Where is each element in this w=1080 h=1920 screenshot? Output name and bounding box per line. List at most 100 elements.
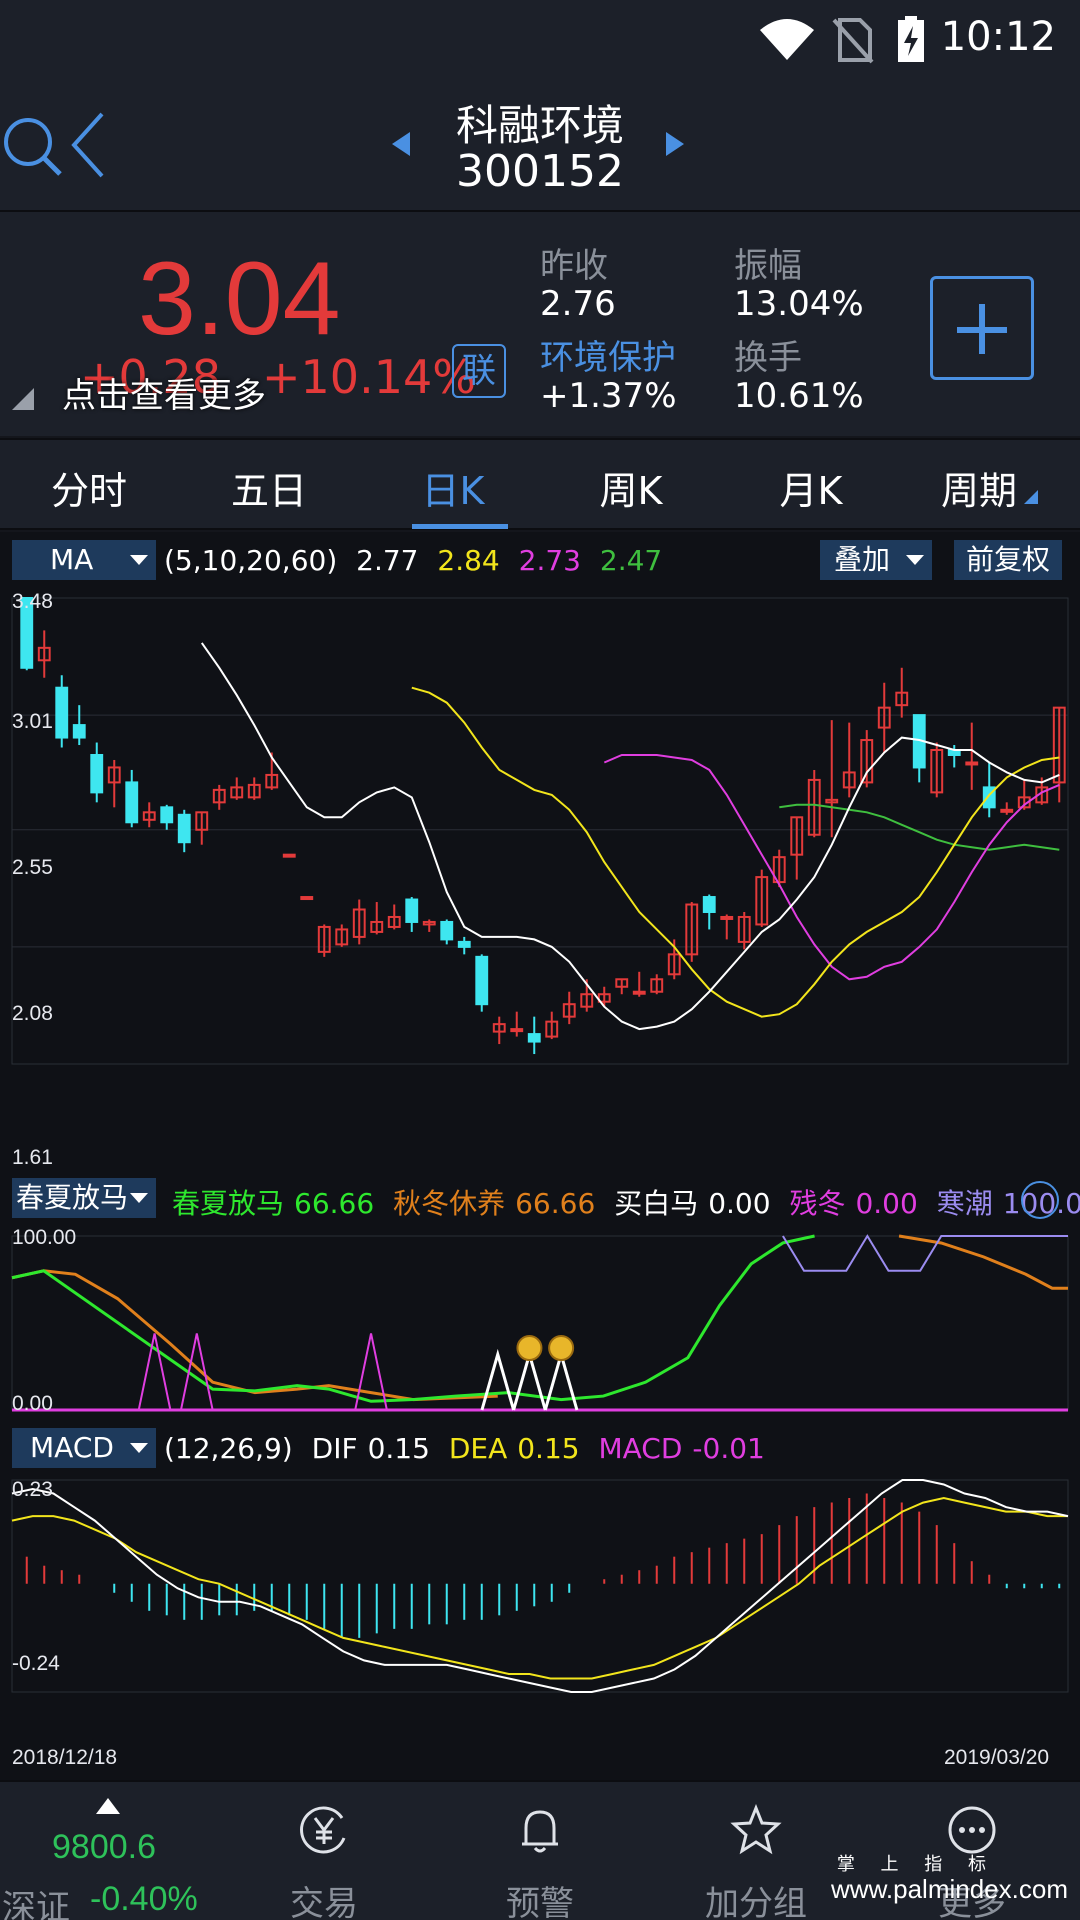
sub1-l1-name: 春夏放马 xyxy=(172,1187,285,1220)
add-to-watchlist-button[interactable] xyxy=(930,276,1034,380)
prev-close-value: 2.76 xyxy=(540,284,616,324)
sub1-l2-value: 66.66 xyxy=(515,1187,596,1220)
candle-body xyxy=(475,955,489,1006)
ma10-line xyxy=(411,686,1060,1018)
tab-intraday[interactable]: 分时 xyxy=(4,460,174,515)
candle-body xyxy=(405,898,419,923)
amplitude-value: 13.04% xyxy=(734,284,864,324)
no-sim-icon xyxy=(832,18,874,64)
chart-frame xyxy=(11,597,1069,1065)
main-indicator-select[interactable]: MA xyxy=(12,540,156,580)
search-icon[interactable] xyxy=(0,114,64,178)
candle-body xyxy=(457,940,471,948)
date-start: 2018/12/18 xyxy=(12,1746,118,1769)
y-tick-3: 2.55 xyxy=(12,856,53,879)
ma10-value: 2.84 xyxy=(437,544,500,577)
tab-period[interactable]: 周期 xyxy=(894,460,1064,515)
dea-line xyxy=(11,1496,1068,1680)
expand-corner-icon[interactable] xyxy=(12,388,34,410)
ma60-value: 2.47 xyxy=(599,544,663,577)
bell-icon xyxy=(522,1810,558,1853)
macd-chart[interactable] xyxy=(0,1476,1080,1696)
sub1-indicator-chart[interactable] xyxy=(0,1226,1080,1420)
sub1-l4-name: 残冬 xyxy=(789,1187,846,1220)
sub1-settings-icon[interactable] xyxy=(1018,1178,1062,1222)
candle-body xyxy=(300,896,314,901)
macd-indicator-select[interactable]: MACD xyxy=(12,1428,156,1468)
stock-header: 科融环境 300152 xyxy=(0,80,1080,212)
up-arrow-icon xyxy=(96,1798,120,1814)
main-indicator-name: MA xyxy=(50,543,94,576)
candle-body xyxy=(72,724,86,739)
sub1-l4-value: 0.00 xyxy=(855,1187,918,1220)
macd-legend: (12,26,9) DIF 0.15 DEA 0.15 MACD -0.01 xyxy=(164,1432,775,1465)
chevron-down-icon xyxy=(130,1193,148,1203)
tab-weekly-k[interactable]: 周K xyxy=(546,460,716,515)
active-tab-indicator xyxy=(412,524,508,529)
sector-link[interactable]: 环境保护 xyxy=(540,330,676,379)
linked-badge[interactable]: 联 xyxy=(452,344,506,398)
dif-label: DIF xyxy=(311,1432,358,1465)
money-bag-icon xyxy=(516,1335,543,1361)
nav-trade[interactable]: 交易 xyxy=(216,1782,432,1920)
late-winter-spike xyxy=(137,1333,172,1411)
nav-index-ticker[interactable]: 9800.6 深证 -0.40% xyxy=(0,1782,216,1920)
sub1-legend: 春夏放马 66.66 秋冬休养 66.66 买白马 0.00 残冬 0.00 寒潮 100… xyxy=(172,1182,1080,1222)
watermark-brand: 掌 上 指 标 xyxy=(836,1854,996,1875)
buy-signal-spike xyxy=(512,1348,547,1411)
amplitude-label: 振幅 xyxy=(734,246,802,286)
prev-close-label: 昨收 xyxy=(540,246,608,286)
buy-signal-spike xyxy=(480,1348,516,1411)
ma-params: (5,10,20,60) xyxy=(164,544,338,577)
sub1-frame xyxy=(11,1235,1069,1411)
candle-body xyxy=(632,990,646,995)
period-caret-icon xyxy=(1024,490,1038,504)
candle-body xyxy=(125,781,139,824)
price-change-pct: +10.14% xyxy=(262,350,476,404)
candle-body xyxy=(527,1033,541,1043)
y-tick-1: 3.48 xyxy=(12,590,53,613)
candlestick-chart[interactable] xyxy=(0,594,1080,1134)
dea-value: 0.15 xyxy=(517,1432,580,1465)
tab-five-day[interactable]: 五日 xyxy=(184,460,354,515)
ma5-value: 2.77 xyxy=(356,544,419,577)
dif-line xyxy=(11,1479,1069,1693)
sub1-l1-value: 66.66 xyxy=(294,1187,375,1220)
sub1-l5-name: 寒潮 xyxy=(936,1187,993,1220)
next-stock-icon[interactable] xyxy=(664,130,686,158)
chart-area[interactable]: MA (5,10,20,60) 2.77 2.84 2.73 2.47 叠加 前… xyxy=(0,532,1080,1780)
sub1-l3-value: 0.00 xyxy=(708,1187,771,1220)
sub1-y-bottom: 0.00 xyxy=(12,1392,53,1415)
sub1-indicator-select[interactable]: 春夏放马 xyxy=(12,1178,156,1218)
turnover-value: 10.61% xyxy=(734,376,864,416)
y-tick-5: 1.61 xyxy=(12,1146,53,1169)
tab-monthly-k[interactable]: 月K xyxy=(726,460,896,515)
ma-legend: (5,10,20,60) 2.77 2.84 2.73 2.47 xyxy=(164,544,672,577)
nav-alert[interactable]: 预警 xyxy=(432,1782,648,1920)
candle-body xyxy=(177,813,191,844)
turnover-label: 换手 xyxy=(734,338,802,378)
sector-change: +1.37% xyxy=(540,376,677,416)
tab-daily-k[interactable]: 日K xyxy=(368,460,538,515)
macd-label: MACD xyxy=(598,1432,683,1465)
price-adjust-button[interactable]: 前复权 xyxy=(954,540,1063,580)
period-tabs: 分时 五日 日K 周K 月K 周期 xyxy=(0,438,1080,530)
wifi-icon xyxy=(760,19,814,60)
see-more-tooltip[interactable]: 点击查看更多 xyxy=(62,368,266,417)
macd-y-top: 0.23 xyxy=(12,1478,53,1501)
sub1-l2-name: 秋冬休养 xyxy=(393,1187,506,1220)
watermark-url: www.palmindex.com xyxy=(831,1874,1068,1904)
overlay-button[interactable]: 叠加 xyxy=(820,540,932,580)
candle-body xyxy=(702,896,716,913)
status-time: 10:12 xyxy=(940,14,1056,60)
chevron-down-icon xyxy=(906,555,924,565)
candle-body xyxy=(90,753,104,794)
macd-params: (12,26,9) xyxy=(164,1432,293,1465)
stock-name: 科融环境 xyxy=(455,101,624,150)
candle-body xyxy=(720,915,734,920)
star-icon xyxy=(730,1804,782,1855)
dif-value: 0.15 xyxy=(367,1432,430,1465)
quote-panel: 3.04 +0.28 +10.14% 点击查看更多 联 昨收 2.76 环境保护… xyxy=(0,212,1080,436)
stock-code: 300152 xyxy=(456,146,624,197)
index-name: 深证 xyxy=(2,1888,70,1920)
